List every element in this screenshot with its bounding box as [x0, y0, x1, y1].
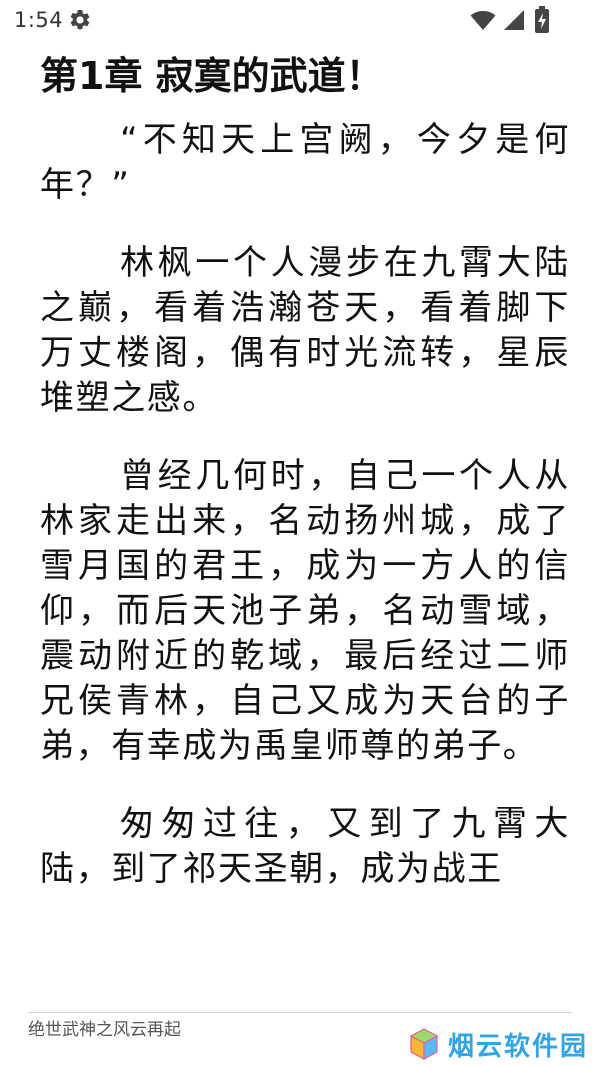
- paragraph: 匆匆过往，又到了九霄大陆，到了祁天圣朝，成为战王: [40, 804, 570, 889]
- chapter-text: “不知天上宫阙，今夕是何年？” 林枫一个人漫步在九霄大陆之巅，看着浩瀚苍天，看着…: [40, 118, 570, 892]
- battery-charging-icon: [535, 6, 549, 33]
- paragraph: “不知天上宫阙，今夕是何年？”: [40, 120, 570, 205]
- chapter-title: 第1章 寂寞的武道！: [40, 54, 384, 98]
- footer-divider: [28, 1012, 572, 1013]
- paragraph: 林枫一个人漫步在九霄大陆之巅，看着浩瀚苍天，看着脚下万丈楼阁，偶有时光流转，星辰…: [40, 243, 570, 418]
- footer-book-title: 绝世武神之风云再起: [28, 1020, 181, 1040]
- status-icons: [470, 6, 590, 34]
- watermark: 烟云软件园: [406, 1024, 588, 1064]
- cell-signal-icon: [504, 10, 524, 30]
- status-bar: 1:54: [0, 0, 600, 40]
- wifi-icon: [470, 11, 496, 30]
- reader-content[interactable]: 第1章 寂寞的武道！ “不知天上宫阙，今夕是何年？” 林枫一个人漫步在九霄大陆之…: [40, 44, 570, 1012]
- status-time: 1:54: [14, 8, 64, 32]
- cube-logo-icon: [409, 1028, 439, 1061]
- paragraph: 曾经几何时，自己一个人从林家走出来，名动扬州城，成了雪月国的君王，成为一方人的信…: [40, 456, 570, 766]
- reader-screen: 1:54 第1章 寂寞的武道！ “不知天上宫阙，今夕是何年？” 林枫一个人漫步在…: [0, 0, 600, 1066]
- settings-gear-icon: [70, 9, 90, 30]
- watermark-text: 烟云软件园: [447, 1031, 588, 1062]
